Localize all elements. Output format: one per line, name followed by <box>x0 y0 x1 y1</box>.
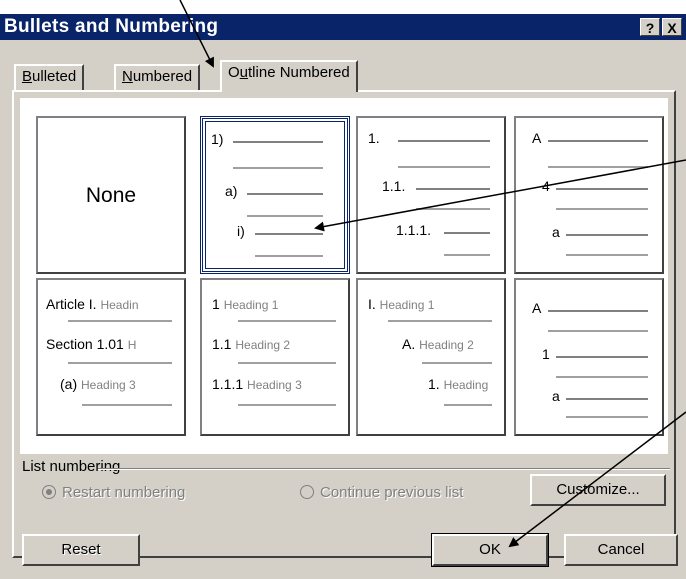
arrow-to-outline-tab <box>179 0 214 68</box>
arrow-to-selected-style <box>314 159 686 232</box>
arrow-to-ok-button <box>508 411 686 548</box>
tab-outline-numbered[interactable]: Outline Numbered <box>220 60 358 92</box>
